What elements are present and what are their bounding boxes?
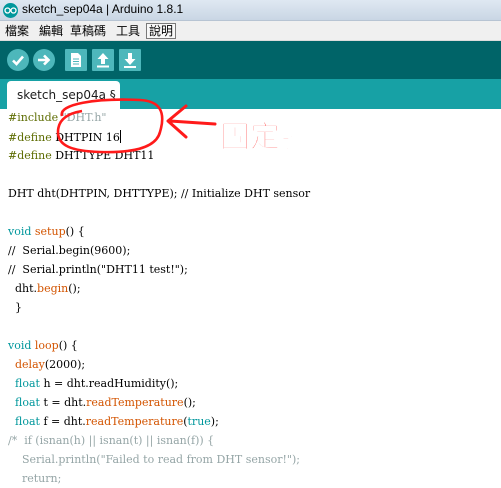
open-icon bbox=[97, 53, 109, 68]
menu-tools[interactable]: 工具 bbox=[114, 23, 142, 39]
code-line: #define DHTTYPE DHT11 bbox=[8, 149, 155, 162]
new-button[interactable] bbox=[65, 49, 87, 71]
code-line: dht.begin(); bbox=[8, 282, 81, 295]
code-token: setup bbox=[34, 225, 66, 238]
title-bar: sketch_sep04a | Arduino 1.8.1 bbox=[0, 0, 501, 21]
menu-bar: 檔案 編輯 草稿碼 工具 說明 bbox=[0, 21, 501, 41]
code-token: float bbox=[15, 377, 40, 390]
code-token: readTemperature bbox=[86, 396, 184, 409]
code-token: delay bbox=[15, 358, 45, 371]
verify-button[interactable] bbox=[7, 49, 29, 71]
code-line: /* if (isnan(h) || isnan(t) || isnan(f))… bbox=[8, 434, 215, 447]
code-line: } bbox=[8, 301, 22, 314]
code-token: void bbox=[8, 339, 32, 352]
code-line: float h = dht.readHumidity(); bbox=[15, 377, 179, 390]
upload-icon bbox=[38, 54, 51, 66]
code-token: void bbox=[8, 225, 32, 238]
tab-strip: sketch_sep04a § bbox=[0, 79, 501, 109]
tab-sketch[interactable]: sketch_sep04a § bbox=[7, 81, 120, 109]
code-token: #define bbox=[8, 149, 52, 162]
open-button[interactable] bbox=[92, 49, 114, 71]
code-line: void loop() { bbox=[8, 339, 78, 352]
code-line: void setup() { bbox=[8, 225, 85, 238]
code-editor[interactable]: #include "DHT.h" #define DHTPIN 16 #defi… bbox=[0, 109, 501, 488]
upload-button[interactable] bbox=[33, 49, 55, 71]
save-button[interactable] bbox=[119, 49, 141, 71]
verify-icon bbox=[12, 55, 24, 66]
code-line: DHT dht(DHTPIN, DHTTYPE); // Initialize … bbox=[8, 187, 311, 200]
code-line: #include "DHT.h" bbox=[8, 111, 106, 125]
code-line: // Serial.begin(9600); bbox=[8, 244, 131, 257]
menu-help[interactable]: 說明 bbox=[146, 23, 177, 39]
code-token: begin bbox=[37, 282, 69, 295]
code-token: float bbox=[15, 415, 40, 428]
code-token: loop bbox=[34, 339, 59, 352]
code-token: #define bbox=[8, 131, 52, 144]
save-icon bbox=[124, 53, 136, 68]
code-token: readTemperature bbox=[85, 415, 184, 428]
new-icon bbox=[71, 53, 81, 67]
code-line: float f = dht.readTemperature(true); bbox=[15, 415, 219, 428]
code-token: true bbox=[187, 415, 211, 428]
menu-sketch[interactable]: 草稿碼 bbox=[68, 23, 108, 39]
menu-file[interactable]: 檔案 bbox=[3, 23, 31, 39]
toolbar bbox=[0, 41, 501, 79]
code-line: // Serial.println("DHT11 test!"); bbox=[8, 263, 188, 276]
code-line: #define DHTPIN 16 bbox=[8, 130, 121, 144]
text-cursor bbox=[119, 130, 121, 143]
code-line: delay(2000); bbox=[15, 358, 86, 371]
arduino-logo-icon bbox=[3, 3, 18, 18]
code-token: "DHT.h" bbox=[61, 111, 107, 124]
code-line: return; bbox=[8, 472, 62, 485]
window-title: sketch_sep04a | Arduino 1.8.1 bbox=[22, 2, 184, 16]
menu-edit[interactable]: 編輯 bbox=[37, 23, 65, 39]
annotation-label: 固定腳 bbox=[220, 120, 311, 156]
code-token: #include bbox=[8, 111, 59, 124]
code-token: float bbox=[15, 396, 40, 409]
code-line: float t = dht.readTemperature(); bbox=[15, 396, 196, 409]
code-line: Serial.println("Failed to read from DHT … bbox=[8, 453, 300, 466]
